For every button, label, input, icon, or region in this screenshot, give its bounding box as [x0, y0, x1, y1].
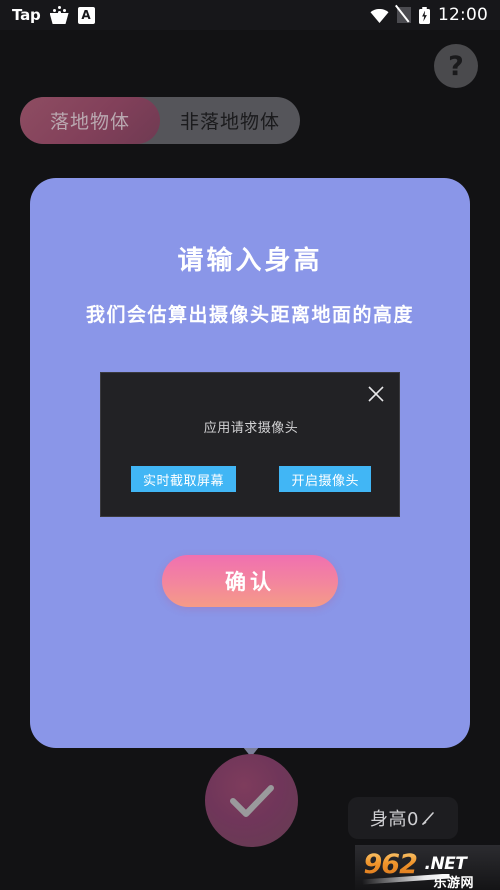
app-root: Tap A 12:00 ? 落地物体 非落地物体 请输入身高 我们会估算出摄像头… [0, 0, 500, 890]
pencil-icon [421, 811, 436, 826]
height-value-field[interactable]: 身高0 [348, 797, 458, 839]
help-button[interactable]: ? [434, 44, 478, 88]
basket-icon [49, 6, 69, 24]
a-badge-icon: A [77, 6, 95, 24]
site-watermark: 962 .NET 乐游网 [355, 845, 500, 890]
permission-button-row: 实时截取屏幕 开启摄像头 [101, 466, 401, 492]
watermark-number: 962 [363, 848, 418, 880]
confirm-button[interactable]: 确认 [162, 555, 338, 607]
panel-subtitle: 我们会估算出摄像头距离地面的高度 [85, 304, 414, 326]
watermark-inner: 962 .NET 乐游网 [360, 848, 496, 890]
question-mark-icon: ? [448, 50, 464, 82]
status-bar: Tap A 12:00 [0, 0, 500, 30]
status-time: 12:00 [438, 5, 488, 25]
close-icon[interactable] [363, 381, 389, 407]
capture-screen-button[interactable]: 实时截取屏幕 [131, 466, 237, 492]
camera-permission-dialog: 应用请求摄像头 实时截取屏幕 开启摄像头 [100, 372, 400, 517]
mode-tab-group: 落地物体 非落地物体 [20, 97, 301, 144]
tab-nongrounded-object-label: 非落地物体 [180, 111, 281, 133]
battery-charging-icon [419, 6, 430, 24]
status-bar-left: Tap A [12, 6, 95, 24]
tab-nongrounded-object[interactable]: 非落地物体 [160, 97, 300, 144]
shutter-check-button[interactable] [205, 754, 298, 847]
tab-grounded-object-label: 落地物体 [49, 111, 130, 133]
open-camera-button[interactable]: 开启摄像头 [279, 466, 371, 492]
watermark-net: .NET [424, 853, 467, 874]
check-icon [229, 784, 274, 817]
status-app-label: Tap [12, 6, 41, 24]
wifi-icon [370, 8, 389, 23]
status-bar-right: 12:00 [370, 5, 488, 25]
tab-grounded-object[interactable]: 落地物体 [20, 97, 160, 144]
permission-message: 应用请求摄像头 [203, 421, 299, 436]
height-value-label: 身高0 [370, 809, 419, 830]
panel-title: 请输入身高 [177, 246, 323, 276]
no-sim-icon [395, 5, 411, 23]
